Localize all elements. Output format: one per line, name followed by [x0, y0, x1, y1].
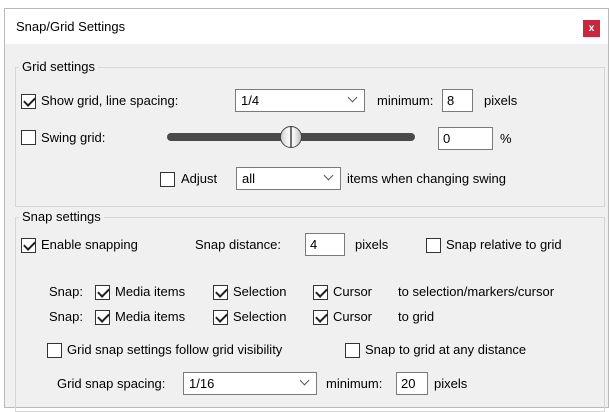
snap-row-2-selection-checkbox[interactable]: [213, 310, 228, 325]
snap-row-2-cursor-checkbox[interactable]: [313, 310, 328, 325]
line-spacing-value: 1/4: [241, 93, 260, 108]
follow-visibility-label: Grid snap settings follow grid visibilit…: [67, 342, 283, 357]
title-bar[interactable]: Snap/Grid Settings x: [5, 9, 608, 44]
window-title: Snap/Grid Settings: [16, 19, 126, 34]
snap-row-1-target-label: to selection/markers/cursor: [398, 284, 555, 299]
snap-row-1-cursor-label: Cursor: [333, 284, 373, 299]
snap-minimum-label: minimum:: [326, 376, 383, 391]
snap-row-2-selection-label: Selection: [233, 309, 287, 324]
snap-row-2-media-label: Media items: [115, 309, 186, 324]
adjust-value: all: [242, 171, 256, 186]
adjust-combo[interactable]: all: [236, 167, 341, 190]
grid-snap-spacing-label: Grid snap spacing:: [57, 376, 166, 391]
snap-minimum-input[interactable]: 20: [396, 372, 428, 395]
snap-distance-input[interactable]: 4: [305, 233, 345, 256]
swing-grid-label: Swing grid:: [41, 130, 106, 145]
swing-percent-label: %: [500, 131, 512, 146]
chevron-down-icon: [323, 170, 334, 181]
snap-row-2-cursor-label: Cursor: [333, 309, 373, 324]
enable-snapping-label: Enable snapping: [41, 237, 138, 252]
swing-value: 0: [443, 131, 451, 146]
snap-row-1-media-label: Media items: [115, 284, 186, 299]
snap-row-1-selection-checkbox[interactable]: [213, 285, 228, 300]
grid-minimum-input[interactable]: 8: [442, 89, 473, 112]
snap-distance-label: Snap distance:: [195, 237, 282, 252]
swing-slider-thumb[interactable]: [280, 126, 302, 148]
show-grid-label: Show grid, line spacing:: [41, 93, 179, 108]
snap-distance-pixels-label: pixels: [355, 237, 389, 252]
snap-row-1-selection-label: Selection: [233, 284, 287, 299]
grid-snap-spacing-value: 1/16: [189, 376, 215, 391]
snap-row-2-target-label: to grid: [398, 309, 435, 324]
grid-settings-title: Grid settings: [19, 59, 98, 74]
chevron-down-icon: [299, 375, 310, 386]
swing-value-input[interactable]: 0: [438, 127, 493, 150]
grid-snap-spacing-combo[interactable]: 1/16: [183, 372, 317, 395]
grid-minimum-label: minimum:: [377, 93, 434, 108]
adjust-label: Adjust: [181, 171, 218, 186]
any-distance-label: Snap to grid at any distance: [365, 342, 527, 357]
swing-grid-checkbox[interactable]: [21, 130, 36, 145]
any-distance-checkbox[interactable]: [345, 343, 360, 358]
enable-snapping-checkbox[interactable]: [21, 238, 36, 253]
snap-settings-title: Snap settings: [19, 209, 104, 224]
snap-relative-checkbox[interactable]: [426, 238, 441, 253]
adjust-suffix-label: items when changing swing: [347, 171, 506, 186]
adjust-checkbox[interactable]: [160, 172, 175, 187]
grid-pixels-label: pixels: [484, 93, 518, 108]
chevron-down-icon: [347, 92, 358, 103]
snap-relative-label: Snap relative to grid: [446, 237, 562, 252]
snap-row-1-prefix: Snap:: [49, 284, 83, 299]
snap-row-2-prefix: Snap:: [49, 309, 83, 324]
snap-distance-value: 4: [310, 237, 318, 252]
snap-minimum-pixels-label: pixels: [434, 376, 468, 391]
snap-row-2-media-checkbox[interactable]: [95, 310, 110, 325]
snap-grid-settings-dialog: Snap/Grid Settings x Grid settings Show …: [4, 8, 609, 412]
snap-row-1-media-checkbox[interactable]: [95, 285, 110, 300]
close-button[interactable]: x: [583, 20, 600, 37]
grid-minimum-value: 8: [447, 93, 455, 108]
snap-row-1-cursor-checkbox[interactable]: [313, 285, 328, 300]
show-grid-checkbox[interactable]: [21, 94, 36, 109]
snap-minimum-value: 20: [401, 376, 416, 391]
follow-visibility-checkbox[interactable]: [47, 343, 62, 358]
line-spacing-combo[interactable]: 1/4: [235, 89, 365, 112]
